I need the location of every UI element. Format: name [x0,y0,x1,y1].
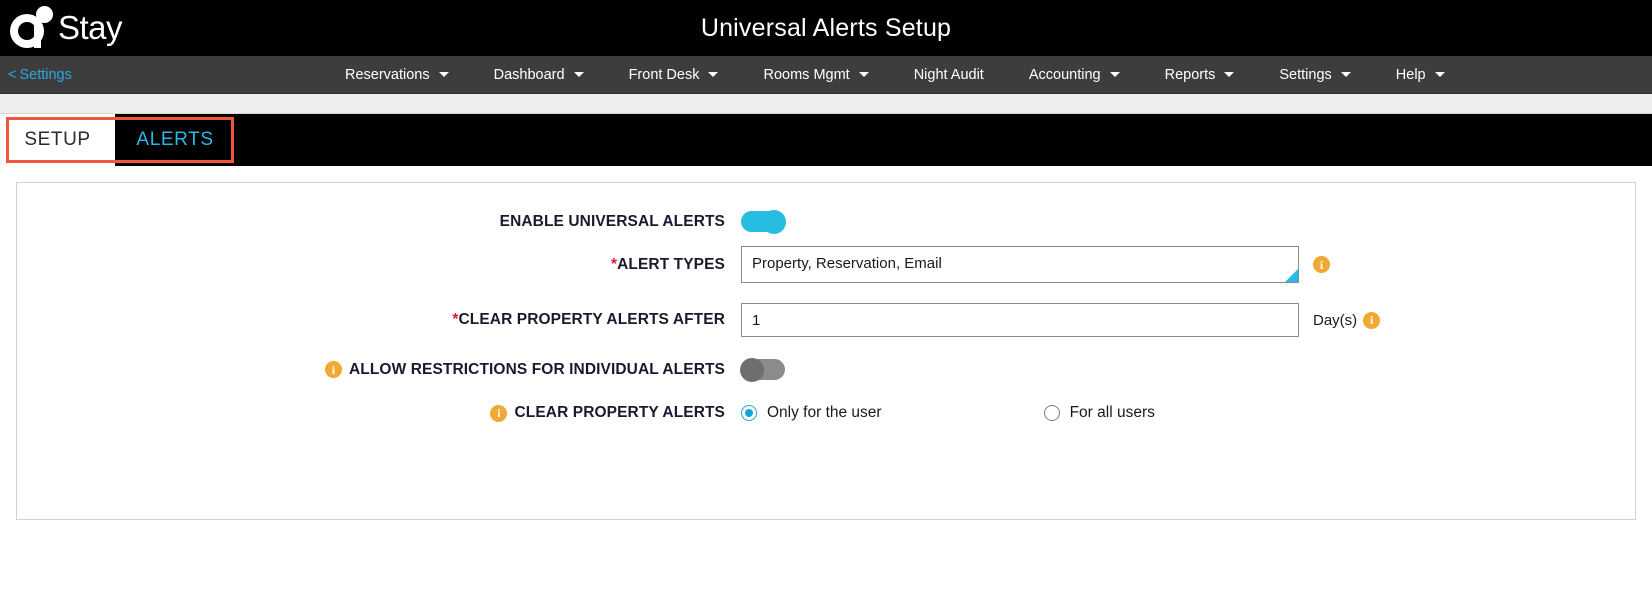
nav-item-reports[interactable]: Reports [1165,67,1235,83]
chevron-down-icon [438,72,449,77]
enable-universal-alerts-toggle[interactable] [741,209,786,234]
row-clear-property-alerts-after: *CLEAR PROPERTY ALERTS AFTER Day(s) i [17,303,1635,337]
chevron-down-icon [573,72,584,77]
nav-item-help[interactable]: Help [1396,67,1445,83]
chevron-down-icon [1434,72,1445,77]
nav-item-label: Reports [1164,66,1216,83]
allow-restrictions-toggle[interactable] [740,357,785,382]
row-enable-universal-alerts: ENABLE UNIVERSAL ALERTS [17,209,1635,234]
nav-item-dashboard[interactable]: Dashboard [494,67,584,83]
info-icon[interactable]: i [1363,311,1381,329]
app-header: Stay Universal Alerts Setup [0,0,1652,56]
label-enable-universal-alerts: ENABLE UNIVERSAL ALERTS [17,213,741,231]
label-text: CLEAR PROPERTY ALERTS AFTER [458,311,725,328]
chevron-down-icon [1224,72,1235,77]
main-navigation: < Settings Reservations Dashboard Front D… [0,56,1652,94]
info-icon[interactable]: i [490,404,508,422]
label-alert-types: * ALERT TYPES [17,256,741,274]
label-text: ALLOW RESTRICTIONS FOR INDIVIDUAL ALERTS [349,360,725,378]
nav-item-settings[interactable]: Settings [1279,66,1351,83]
alert-types-input[interactable] [741,246,1299,283]
chevron-down-icon [1109,72,1120,77]
alert-types-info-wrap: i [1313,256,1330,273]
toggle-knob [762,209,786,234]
info-icon[interactable]: i [1313,256,1330,273]
tab-setup[interactable]: SETUP [0,114,115,166]
row-clear-property-alerts: i CLEAR PROPERTY ALERTS Only for the use… [17,404,1635,422]
nav-item-label: Reservations [345,66,430,83]
nav-item-label: Rooms Mgmt [763,66,850,83]
value-enable-universal-alerts [741,209,786,234]
radio-option-only-for-the-user[interactable]: Only for the user [741,404,882,422]
row-alert-types: *ALERT TYPES i [17,246,1635,283]
chevron-down-icon [858,72,869,77]
radio-indicator[interactable] [741,405,757,421]
chevron-down-icon [1340,72,1351,77]
radio-indicator[interactable] [1043,405,1060,421]
radio-option-for-all-users[interactable]: For all users [1043,404,1155,422]
label-clear-property-alerts: i CLEAR PROPERTY ALERTS [17,404,741,422]
row-allow-restrictions: i ALLOW RESTRICTIONS FOR INDIVIDUAL ALER… [17,357,1635,382]
value-clear-property-alerts-after: Day(s) i [741,303,1381,337]
unit-label-days: Day(s) [1313,311,1358,329]
label-text: ALERT TYPES [617,255,725,273]
alert-types-field-wrap [741,246,1299,283]
label-text: CLEAR PROPERTY ALERTS [514,404,725,421]
page-title: Universal Alerts Setup [700,13,952,42]
content-area: ENABLE UNIVERSAL ALERTS * ALERT TYPES Pr… [0,166,1652,593]
nav-item-label: Help [1395,66,1426,83]
clear-property-alerts-after-input[interactable] [741,303,1299,337]
chevron-down-icon [708,72,719,77]
nav-item-reservations[interactable]: Reservations [345,67,449,83]
e-stay-logo-icon [10,6,56,50]
value-alert-types: i [741,246,1330,283]
logo-text: Stay [58,9,123,46]
nav-item-label: Dashboard [493,66,565,83]
nav-item-label: Front Desk [628,66,700,83]
clear-after-unit-wrap: Day(s) i [1313,311,1381,329]
nav-item-accounting[interactable]: Accounting [1029,67,1120,83]
label-clear-property-alerts-after: * CLEAR PROPERTY ALERTS AFTER [17,311,741,329]
nav-item-rooms-mgmt[interactable]: Rooms Mgmt [763,66,869,83]
value-allow-restrictions [740,357,785,382]
divider-strip [0,94,1652,114]
label-allow-restrictions: i ALLOW RESTRICTIONS FOR INDIVIDUAL ALER… [17,361,741,379]
universal-alerts-form-panel: ENABLE UNIVERSAL ALERTS * ALERT TYPES Pr… [16,182,1636,520]
info-icon[interactable]: i [325,361,342,378]
tab-alerts[interactable]: ALERTS [115,114,235,166]
nav-item-label: Accounting [1028,66,1101,83]
chevron-left-icon: < [8,66,17,83]
nav-item-front-desk[interactable]: Front Desk [629,67,719,83]
radio-label: For all users [1069,404,1155,421]
radio-label: Only for the user [767,404,882,421]
nav-items: Reservations Dashboard Front Desk Rooms … [345,67,1445,83]
app-logo[interactable]: Stay [10,4,123,52]
tab-bar: SETUP ALERTS [0,114,1652,166]
toggle-knob [740,357,764,382]
back-to-settings-link[interactable]: < Settings [8,67,72,83]
nav-item-label: Settings [1279,66,1332,83]
back-link-label: Settings [19,66,72,83]
label-text: ENABLE UNIVERSAL ALERTS [499,212,725,230]
nav-item-label: Night Audit [913,66,984,83]
clear-property-alerts-radio-group: Only for the user For all users [741,404,1155,422]
nav-item-night-audit[interactable]: Night Audit [914,67,984,83]
